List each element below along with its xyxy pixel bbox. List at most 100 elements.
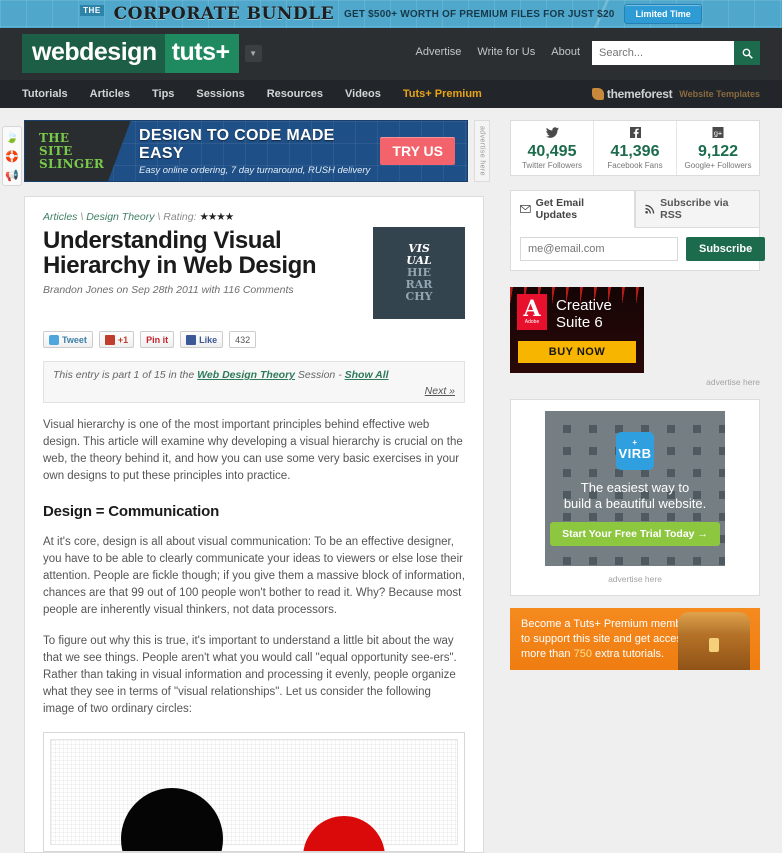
- search-input[interactable]: [592, 41, 734, 65]
- tuts-premium-ad[interactable]: Become a Tuts+ Premium member to support…: [510, 608, 760, 670]
- virb-headline-line2: build a beautiful website.: [563, 495, 707, 511]
- themeforest-name: themeforest: [606, 87, 673, 101]
- virb-advertise-here-label[interactable]: advertise here: [522, 574, 748, 584]
- twitter-icon: [545, 126, 559, 141]
- search-button[interactable]: [734, 41, 760, 65]
- tab-email-label: Get Email Updates: [535, 197, 585, 221]
- tab-rss[interactable]: Subscribe via RSS: [635, 190, 760, 228]
- leaf-icon[interactable]: 🍃: [5, 130, 19, 144]
- header-link-advertise[interactable]: Advertise: [416, 46, 462, 58]
- site-logo[interactable]: webdesign tuts+ ▼: [22, 34, 262, 73]
- facebook-icon: [186, 334, 197, 345]
- promo-the-tag: THE: [80, 4, 104, 16]
- like-label: Like: [199, 334, 218, 345]
- virb-ad-card: + VIRB The easiest way to build a beauti…: [510, 399, 760, 596]
- pinit-button[interactable]: Pin it: [140, 331, 175, 348]
- buy-now-button[interactable]: BUY NOW: [518, 341, 636, 363]
- article-card: Articles \ Design Theory \ Rating: ★★★★ …: [24, 196, 484, 853]
- adobe-advertise-here-label[interactable]: advertise here: [510, 377, 760, 387]
- virb-logo: + VIRB: [616, 431, 654, 470]
- main-navigation: Tutorials Articles Tips Sessions Resourc…: [0, 80, 782, 108]
- page-title: Understanding Visual Hierarchy in Web De…: [43, 227, 317, 279]
- leaderboard-brand-line1: THE: [39, 130, 70, 145]
- site-header: webdesign tuts+ ▼ Advertise Write for Us…: [0, 28, 782, 80]
- nav-item-videos[interactable]: Videos: [345, 88, 381, 100]
- advertise-here-vertical[interactable]: advertise here: [474, 120, 490, 182]
- breadcrumb-subcategory[interactable]: Design Theory: [86, 211, 154, 223]
- facebook-icon: [629, 126, 641, 141]
- adobe-mark: A: [523, 296, 541, 322]
- megaphone-icon[interactable]: 📢: [5, 168, 19, 182]
- tweet-button[interactable]: Tweet: [43, 331, 93, 348]
- article-intro-paragraph: Visual hierarchy is one of the most impo…: [43, 419, 463, 482]
- series-notice: This entry is part 1 of 15 in the Web De…: [43, 361, 465, 403]
- nav-item-sessions[interactable]: Sessions: [196, 88, 244, 100]
- subscribe-button[interactable]: Subscribe: [686, 237, 766, 261]
- stat-facebook[interactable]: 41,396 Facebook Fans: [594, 121, 677, 175]
- rss-icon: [645, 204, 655, 214]
- email-field[interactable]: [520, 237, 678, 261]
- breadcrumb-category[interactable]: Articles: [43, 211, 77, 223]
- themeforest-logo: themeforest: [591, 87, 673, 101]
- stat-googleplus-label: Google+ Followers: [684, 160, 752, 170]
- stat-twitter-value: 40,495: [527, 142, 577, 160]
- virb-cta-button[interactable]: Start Your Free Trial Today →: [550, 521, 720, 546]
- tab-email-updates[interactable]: Get Email Updates: [510, 190, 636, 228]
- search-form[interactable]: [592, 41, 760, 65]
- leaderboard-ad-row: THE SITE SLINGER DESIGN TO CODE MADE EAS…: [24, 120, 498, 182]
- virb-ad[interactable]: + VIRB The easiest way to build a beauti…: [545, 411, 725, 566]
- series-next-link[interactable]: Next »: [425, 385, 455, 397]
- logo-webdesign: webdesign: [22, 34, 165, 73]
- premium-ad-tutorial-count: 750: [573, 648, 592, 660]
- google-plus-one-button[interactable]: +1: [98, 331, 135, 348]
- premium-ad-line3-pre: than: [549, 648, 574, 660]
- nav-item-tutorials[interactable]: Tutorials: [22, 88, 68, 100]
- leaderboard-brand: THE SITE SLINGER: [25, 121, 131, 181]
- header-link-about[interactable]: About: [551, 46, 580, 58]
- series-link[interactable]: Web Design Theory: [197, 369, 295, 381]
- nav-item-tips[interactable]: Tips: [152, 88, 174, 100]
- thumb-line-5: CHY: [405, 290, 433, 303]
- leaderboard-brand-line2: SITE: [39, 143, 73, 158]
- header-link-write-for-us[interactable]: Write for Us: [477, 46, 535, 58]
- subscribe-panel: Get Email Updates Subscribe via RSS Subs…: [510, 190, 766, 271]
- chevron-down-icon[interactable]: ▼: [244, 45, 262, 62]
- promo-subtitle: GET $500+ WORTH OF PREMIUM FILES FOR JUS…: [344, 8, 615, 20]
- adobe-cs6-ad[interactable]: A Adobe Creative Suite 6 BUY NOW: [510, 287, 644, 373]
- promo-banner[interactable]: THE CORPORATE BUNDLE GET $500+ WORTH OF …: [0, 0, 782, 28]
- figure-circle-red: [303, 816, 385, 851]
- stat-googleplus[interactable]: g+ 9,122 Google+ Followers: [677, 121, 759, 175]
- virb-wordmark: VIRB: [618, 446, 652, 461]
- themeforest-sponsor[interactable]: themeforest Website Templates: [591, 80, 760, 108]
- search-icon: [742, 48, 753, 59]
- twitter-icon: [49, 334, 59, 345]
- nav-item-resources[interactable]: Resources: [267, 88, 323, 100]
- stat-facebook-label: Facebook Fans: [607, 160, 663, 170]
- nav-item-tuts-premium[interactable]: Tuts+ Premium: [403, 88, 482, 100]
- leaderboard-headline: DESIGN TO CODE MADE EASY: [139, 126, 335, 162]
- page-body: 🍃 🛟 📢 THE SITE SLINGER DESIGN TO CODE MA…: [0, 108, 782, 853]
- facebook-like-button[interactable]: Like: [180, 331, 224, 348]
- pinterest-icon: Pin it: [146, 334, 169, 345]
- series-prefix: This entry is part 1 of 15 in the: [53, 369, 195, 381]
- logo-tutsplus: tuts+: [164, 34, 239, 73]
- breadcrumb-sep-2: \: [157, 211, 161, 223]
- virb-headline: The easiest way to build a beautiful web…: [564, 480, 706, 512]
- limited-time-button[interactable]: Limited Time: [624, 4, 702, 24]
- figure-circle-black: [121, 788, 223, 851]
- main-column: THE SITE SLINGER DESIGN TO CODE MADE EAS…: [0, 108, 498, 853]
- series-show-all-link[interactable]: Show All: [345, 369, 389, 381]
- tweet-label: Tweet: [62, 334, 87, 345]
- lifebuoy-icon[interactable]: 🛟: [5, 149, 19, 163]
- article-thumbnail: VIS UAL HIE RAR CHY: [373, 227, 465, 319]
- leaderboard-cta-button[interactable]: TRY US: [380, 137, 455, 165]
- breadcrumb-sep-1: \: [80, 211, 84, 223]
- article-paragraph-1: At it's core, design is all about visual…: [43, 536, 465, 616]
- stat-twitter[interactable]: 40,495 Twitter Followers: [511, 121, 594, 175]
- treasure-chest-icon: [678, 612, 750, 670]
- nav-item-articles[interactable]: Articles: [90, 88, 130, 100]
- article-figure-two-circles: [43, 732, 465, 852]
- leaderboard-ad[interactable]: THE SITE SLINGER DESIGN TO CODE MADE EAS…: [24, 120, 468, 182]
- series-suffix: Session -: [297, 369, 342, 381]
- promo-title: CORPORATE BUNDLE: [114, 4, 334, 24]
